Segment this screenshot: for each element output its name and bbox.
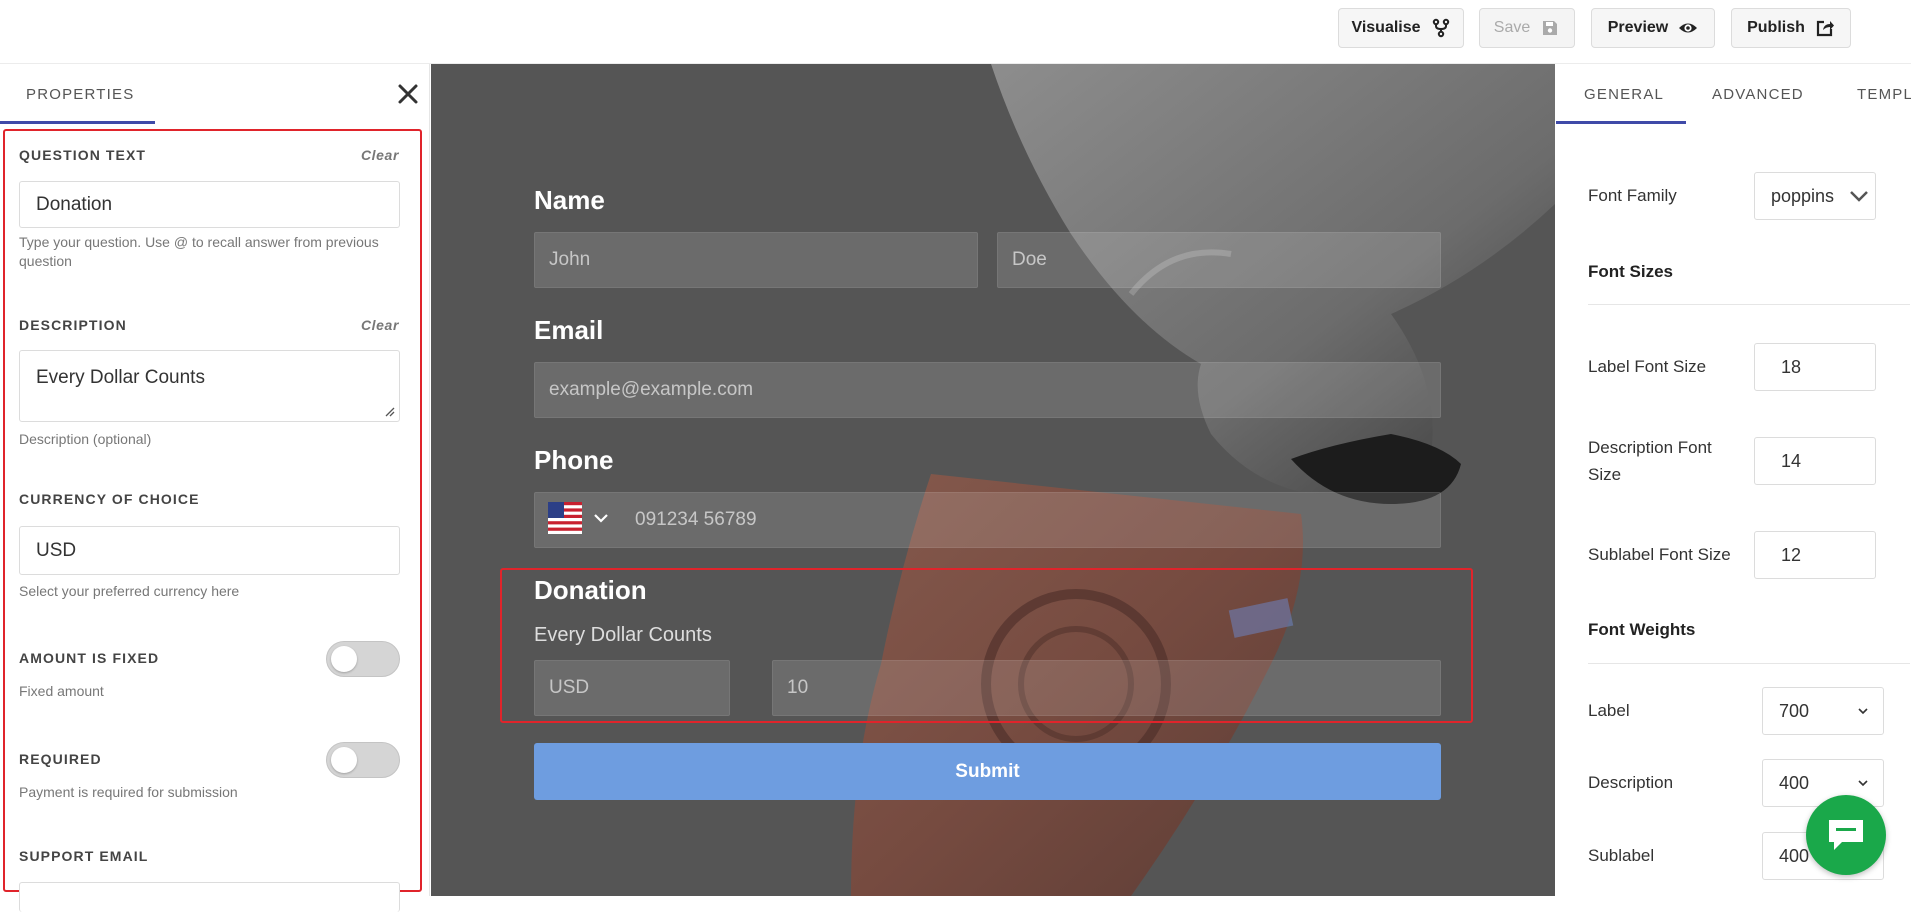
preview-label: Preview: [1607, 19, 1669, 36]
currency-help: Select your preferred currency here: [19, 583, 240, 599]
phone-input[interactable]: 091234 56789: [534, 492, 1441, 548]
close-icon[interactable]: [394, 80, 422, 108]
font-sizes-heading: Font Sizes: [1588, 262, 1674, 281]
sublabel-font-size-label: Sublabel Font Size: [1588, 545, 1731, 564]
tab-general[interactable]: GENERAL: [1584, 86, 1664, 103]
donation-description: Every Dollar Counts: [534, 624, 712, 646]
eye-icon: [1679, 23, 1698, 33]
description-weight-label: Description: [1588, 773, 1674, 792]
resize-grip-icon[interactable]: [383, 405, 395, 417]
sublabel-weight-label: Sublabel: [1588, 846, 1655, 865]
label-font-size-value: 18: [1781, 356, 1802, 377]
email-placeholder: example@example.com: [549, 379, 754, 400]
tab-advanced[interactable]: ADVANCED: [1712, 86, 1804, 103]
chat-support-button[interactable]: [1806, 795, 1886, 875]
publish-label: Publish: [1747, 19, 1805, 36]
chevron-down-icon: [1850, 191, 1868, 202]
description-value: Every Dollar Counts: [36, 367, 205, 388]
support-email-input[interactable]: [19, 882, 400, 912]
email-label: Email: [534, 315, 604, 345]
description-font-size-input[interactable]: 14: [1754, 437, 1876, 485]
currency-label: CURRENCY OF CHOICE: [19, 491, 200, 507]
description-label: DESCRIPTION: [19, 317, 127, 333]
description-font-size-label: Description Font Size: [1588, 438, 1712, 484]
first-name-placeholder: John: [549, 249, 591, 270]
required-help: Payment is required for submission: [19, 784, 238, 800]
submit-button[interactable]: Submit: [534, 743, 1441, 800]
description-font-size-value: 14: [1781, 450, 1802, 471]
chat-icon: [1829, 820, 1863, 850]
visualise-label: Visualise: [1351, 19, 1421, 36]
share-icon: [1816, 20, 1834, 37]
divider: [1588, 304, 1910, 305]
top-toolbar: Visualise Save Preview Publish: [0, 0, 1911, 64]
tab-properties[interactable]: PROPERTIES: [26, 86, 134, 103]
sublabel-font-size-input[interactable]: 12: [1754, 531, 1876, 579]
chevron-down-icon[interactable]: [593, 511, 609, 525]
question-text-clear-button[interactable]: Clear: [361, 147, 399, 163]
description-clear-button[interactable]: Clear: [361, 317, 399, 333]
font-weights-heading: Font Weights: [1588, 620, 1696, 639]
design-panel: GENERAL ADVANCED TEMPL Font Family poppi…: [1556, 64, 1911, 896]
active-tab-indicator: [0, 121, 155, 124]
publish-button[interactable]: Publish: [1731, 8, 1851, 48]
label-weight-value: 700: [1779, 700, 1810, 721]
label-font-size-input[interactable]: 18: [1754, 343, 1876, 391]
sublabel-font-size-value: 12: [1781, 544, 1802, 565]
question-text-value: Donation: [36, 193, 113, 215]
toggle-knob: [331, 747, 357, 773]
donation-currency-value: USD: [549, 677, 590, 698]
question-text-label: QUESTION TEXT: [19, 147, 147, 163]
sublabel-weight-value: 400: [1779, 845, 1810, 866]
description-textarea[interactable]: Every Dollar Counts: [19, 350, 400, 422]
support-email-label: SUPPORT EMAIL: [19, 848, 149, 864]
description-help: Description (optional): [19, 431, 152, 447]
last-name-placeholder: Doe: [1012, 249, 1047, 270]
amount-fixed-help: Fixed amount: [19, 683, 104, 699]
description-weight-value: 400: [1779, 772, 1810, 793]
label-weight-select[interactable]: 700: [1762, 687, 1884, 735]
font-family-label: Font Family: [1588, 186, 1677, 205]
divider: [1588, 663, 1910, 664]
properties-panel: PROPERTIES QUESTION TEXT Clear Donation …: [0, 64, 430, 912]
floppy-disk-icon: [1543, 21, 1558, 35]
donation-amount-input[interactable]: 10: [772, 660, 1441, 716]
us-flag-icon[interactable]: [548, 502, 582, 534]
label-font-size-label: Label Font Size: [1588, 357, 1707, 376]
required-label: REQUIRED: [19, 751, 102, 767]
visualise-button[interactable]: Visualise: [1338, 8, 1464, 48]
question-text-input[interactable]: Donation: [19, 181, 400, 228]
email-input[interactable]: example@example.com: [534, 362, 1441, 418]
phone-placeholder: 091234 56789: [635, 509, 757, 530]
currency-value: USD: [36, 539, 77, 561]
font-family-value: poppins: [1771, 185, 1835, 206]
save-button[interactable]: Save: [1479, 8, 1575, 48]
last-name-input[interactable]: Doe: [997, 232, 1441, 288]
donation-label: Donation: [534, 575, 647, 605]
amount-fixed-label: AMOUNT IS FIXED: [19, 650, 160, 666]
toggle-knob: [331, 646, 357, 672]
save-label: Save: [1493, 19, 1531, 36]
donation-amount-value: 10: [787, 677, 809, 698]
preview-button[interactable]: Preview: [1591, 8, 1715, 48]
amount-fixed-toggle[interactable]: [326, 641, 400, 677]
phone-label: Phone: [534, 445, 614, 475]
form-preview-canvas: Name John Doe Email example@example.com …: [431, 64, 1555, 896]
label-weight-label: Label: [1588, 701, 1630, 720]
required-toggle[interactable]: [326, 742, 400, 778]
question-text-help: Type your question. Use @ to recall answ…: [19, 234, 379, 269]
name-label: Name: [534, 185, 605, 215]
first-name-input[interactable]: John: [534, 232, 978, 288]
tab-templates[interactable]: TEMPL: [1857, 86, 1911, 103]
currency-input[interactable]: USD: [19, 526, 400, 575]
chevron-down-icon: [1858, 780, 1868, 787]
donation-currency-field[interactable]: USD: [534, 660, 730, 716]
font-family-select[interactable]: poppins: [1754, 172, 1876, 220]
chevron-down-icon: [1858, 708, 1868, 715]
branch-icon: [1432, 18, 1449, 38]
active-tab-indicator: [1556, 121, 1686, 124]
submit-label: Submit: [955, 760, 1020, 782]
